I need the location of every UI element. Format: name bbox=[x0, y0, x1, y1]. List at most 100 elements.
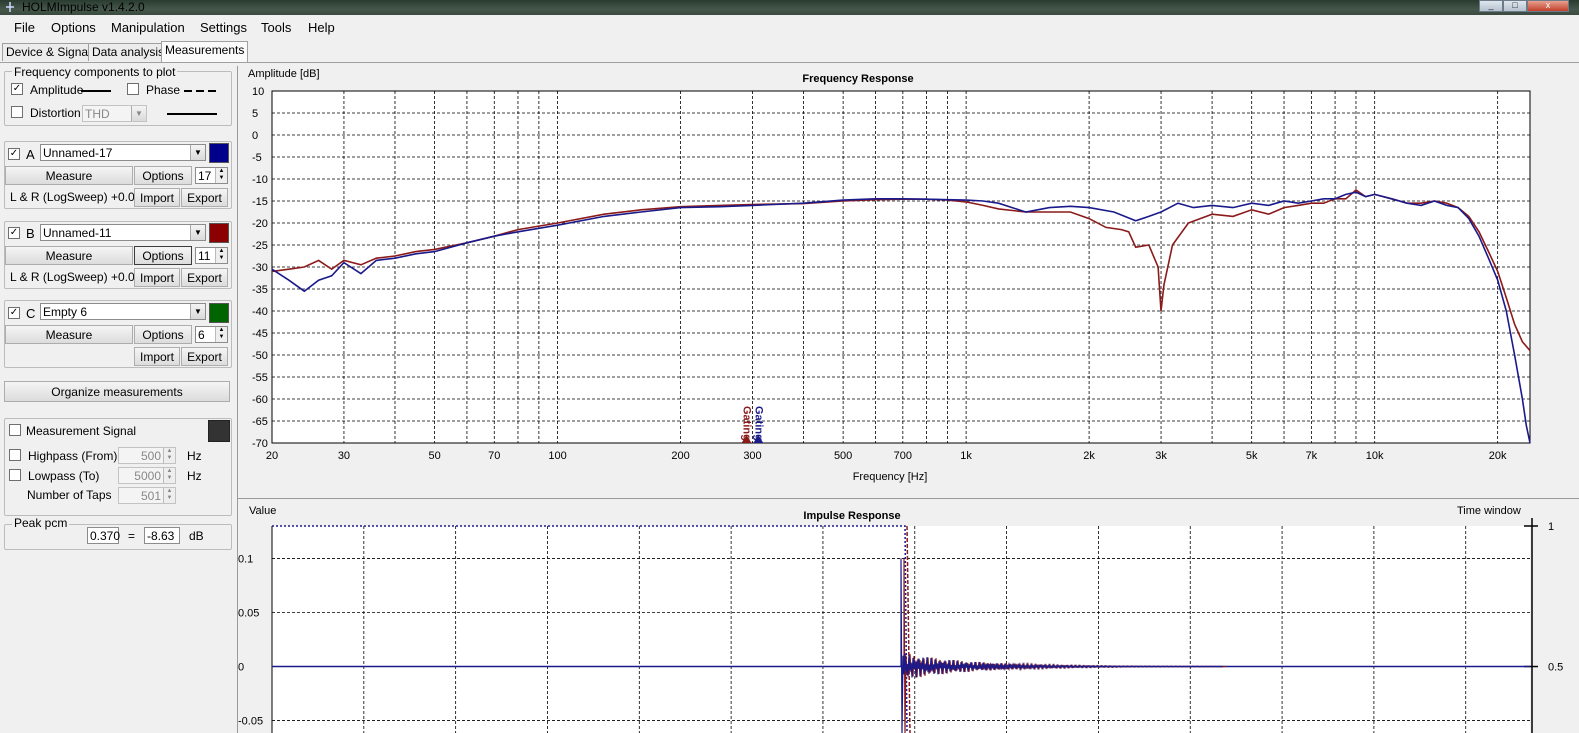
slot-b-name-select[interactable]: Unnamed-11 ▼ bbox=[40, 224, 206, 241]
fr-xtick-label: 7k bbox=[1306, 450, 1318, 462]
impulse-response-chart[interactable]: Value Impulse Response Time window 0.1 0.… bbox=[238, 499, 1579, 733]
slot-a-options-button[interactable]: Options bbox=[134, 166, 192, 185]
tab-measurements[interactable]: Measurements bbox=[161, 41, 249, 62]
slot-b-import-button[interactable]: Import bbox=[134, 268, 180, 287]
distortion-line-style bbox=[167, 113, 217, 115]
slot-b-export-button[interactable]: Export bbox=[181, 268, 228, 287]
slot-c-options-button[interactable]: Options bbox=[134, 325, 192, 344]
ir-ytick-label: 0 bbox=[238, 662, 244, 674]
slot-c-color-swatch[interactable] bbox=[209, 303, 229, 323]
fr-ytick-label: -60 bbox=[252, 394, 268, 406]
spin-arrows-icon[interactable]: ▲ ▼ bbox=[215, 327, 227, 342]
amplitude-checkbox[interactable]: ✓ bbox=[11, 83, 23, 95]
fr-xtick-label: 500 bbox=[834, 450, 852, 462]
peak-value-field[interactable]: 0.370 bbox=[87, 527, 120, 544]
slot-a-count-spinner[interactable]: 17 ▲ ▼ bbox=[195, 167, 228, 184]
taps-spinner[interactable]: 501 ▲ ▼ bbox=[118, 487, 176, 504]
app-icon bbox=[6, 2, 14, 12]
menu-manipulation[interactable]: Manipulation bbox=[111, 20, 185, 35]
slot-b-measure-button[interactable]: Measure bbox=[5, 246, 133, 265]
peak-db-field[interactable]: -8.63 bbox=[144, 527, 180, 544]
frequency-response-chart[interactable]: Amplitude [dB] Frequency Response Freque… bbox=[238, 66, 1579, 498]
menu-bar: File Options Manipulation Settings Tools… bbox=[0, 17, 1579, 39]
amplitude-line-style bbox=[81, 90, 111, 92]
chevron-down-icon: ▼ bbox=[190, 145, 205, 160]
highpass-unit: Hz bbox=[187, 449, 202, 463]
tab-device-signal[interactable]: Device & Signal bbox=[2, 43, 95, 61]
fr-ytick-label: -50 bbox=[252, 350, 268, 362]
fr-xtick-label: 50 bbox=[428, 450, 440, 462]
fr-xtick-label: 200 bbox=[671, 450, 689, 462]
peak-equals: = bbox=[128, 529, 136, 543]
measurement-signal-label: Measurement Signal bbox=[26, 424, 137, 438]
slot-b-count-spinner[interactable]: 11 ▲ ▼ bbox=[195, 247, 228, 264]
chevron-down-icon: ▼ bbox=[190, 225, 205, 240]
fr-xtick-label: 3k bbox=[1155, 450, 1167, 462]
slot-c-name: Empty 6 bbox=[43, 305, 88, 319]
lowpass-value: 5000 bbox=[134, 469, 161, 483]
slot-c-import-button[interactable]: Import bbox=[134, 347, 180, 366]
spin-arrows-icon[interactable]: ▲ ▼ bbox=[163, 448, 175, 463]
lowpass-spinner[interactable]: 5000 ▲ ▼ bbox=[118, 467, 176, 484]
signal-color-swatch[interactable] bbox=[208, 420, 230, 442]
fr-xtick-label: 20 bbox=[266, 450, 278, 462]
window-title: HOLMImpulse v1.4.2.0 bbox=[22, 0, 145, 14]
slot-c-checkbox[interactable]: ✓ bbox=[8, 307, 20, 319]
slot-a-letter: A bbox=[26, 147, 35, 162]
slot-a-color-swatch[interactable] bbox=[209, 143, 229, 163]
slot-a-checkbox[interactable]: ✓ bbox=[8, 148, 20, 160]
peak-db-unit: dB bbox=[189, 529, 204, 543]
slot-c-count-spinner[interactable]: 6 ▲ ▼ bbox=[195, 326, 228, 343]
spin-arrows-icon[interactable]: ▲ ▼ bbox=[163, 488, 175, 503]
slot-c-measure-button[interactable]: Measure bbox=[5, 325, 133, 344]
fr-xtick-label: 20k bbox=[1489, 450, 1507, 462]
spin-arrows-icon[interactable]: ▲ ▼ bbox=[163, 468, 175, 483]
slot-a-measure-button[interactable]: Measure bbox=[5, 166, 133, 185]
menu-file[interactable]: File bbox=[14, 20, 35, 35]
measurement-signal-checkbox[interactable] bbox=[9, 424, 21, 436]
slot-b-checkbox[interactable]: ✓ bbox=[8, 227, 20, 239]
highpass-label: Highpass (From) bbox=[28, 449, 118, 463]
menu-options[interactable]: Options bbox=[51, 20, 96, 35]
maximize-button[interactable]: □ bbox=[1503, 0, 1527, 12]
menu-tools[interactable]: Tools bbox=[261, 20, 291, 35]
fr-ytick-label: -65 bbox=[252, 416, 268, 428]
highpass-checkbox[interactable] bbox=[9, 449, 21, 461]
tab-data-analysis[interactable]: Data analysis bbox=[88, 43, 169, 61]
slot-a-export-button[interactable]: Export bbox=[181, 188, 228, 207]
fr-xtick-label: 30 bbox=[338, 450, 350, 462]
slot-b-name: Unnamed-11 bbox=[43, 226, 112, 240]
spin-arrows-icon[interactable]: ▲ ▼ bbox=[215, 168, 227, 183]
slot-c-name-select[interactable]: Empty 6 ▼ bbox=[40, 303, 206, 320]
slot-c-export-button[interactable]: Export bbox=[181, 347, 228, 366]
fr-xtick-label: 1k bbox=[960, 450, 972, 462]
highpass-spinner[interactable]: 500 ▲ ▼ bbox=[118, 447, 176, 464]
distortion-checkbox[interactable] bbox=[11, 106, 23, 118]
slot-a-count: 17 bbox=[198, 169, 212, 183]
ir-y2tick-label: 1 bbox=[1548, 521, 1554, 533]
spin-arrows-icon[interactable]: ▲ ▼ bbox=[215, 248, 227, 263]
lowpass-checkbox[interactable] bbox=[9, 469, 21, 481]
fr-xtick-label: 10k bbox=[1366, 450, 1384, 462]
menu-settings[interactable]: Settings bbox=[200, 20, 247, 35]
slot-b-options-button[interactable]: Options bbox=[134, 246, 192, 265]
slot-b-color-swatch[interactable] bbox=[209, 223, 229, 243]
fr-ytick-label: -70 bbox=[252, 438, 268, 450]
fr-ylabel: Amplitude [dB] bbox=[248, 68, 320, 80]
slot-b-letter: B bbox=[26, 226, 35, 241]
fr-xlabel: Frequency [Hz] bbox=[853, 471, 928, 483]
peak-title: Peak pcm bbox=[12, 516, 70, 530]
taps-value: 501 bbox=[140, 489, 161, 503]
phase-checkbox[interactable] bbox=[127, 83, 139, 95]
slot-a-name-select[interactable]: Unnamed-17 ▼ bbox=[40, 144, 206, 161]
fr-ytick-label: 0 bbox=[252, 130, 258, 142]
fr-ytick-label: 10 bbox=[252, 86, 264, 98]
minimize-button[interactable]: _ bbox=[1479, 0, 1503, 12]
menu-help[interactable]: Help bbox=[308, 20, 335, 35]
distortion-select[interactable]: THD ▼ bbox=[82, 105, 147, 122]
fr-xtick-label: 2k bbox=[1083, 450, 1095, 462]
fr-xtick-label: 70 bbox=[488, 450, 500, 462]
slot-a-import-button[interactable]: Import bbox=[134, 188, 180, 207]
organize-measurements-button[interactable]: Organize measurements bbox=[4, 381, 230, 402]
close-button[interactable]: x bbox=[1527, 0, 1569, 12]
